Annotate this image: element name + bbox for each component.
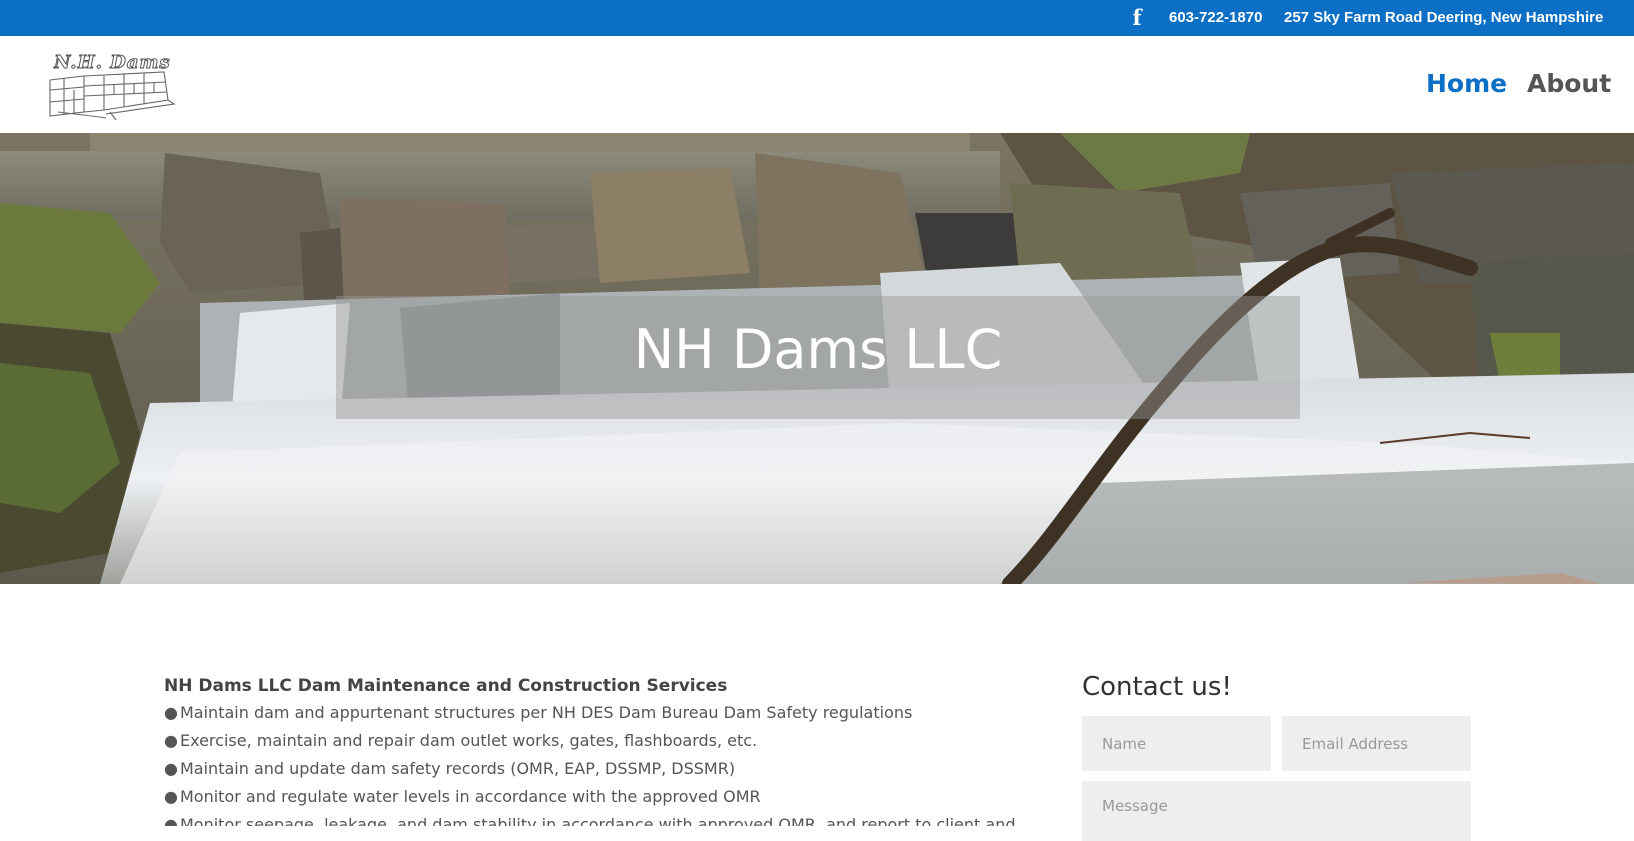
site-header: N.H. Dams Home About	[0, 36, 1634, 133]
contact-heading: Contact us!	[1082, 672, 1232, 702]
hero-title: NH Dams LLC	[633, 318, 1003, 381]
hero-banner: NH Dams LLC	[0, 133, 1634, 584]
bullet-icon: ●	[164, 787, 178, 806]
logo-text: N.H. Dams	[54, 52, 171, 74]
name-input[interactable]	[1082, 716, 1271, 771]
top-bar: f 603-722-1870 257 Sky Farm Road Deering…	[0, 0, 1634, 36]
list-item: ● Monitor seepage, leakage, and dam stabi…	[164, 814, 1024, 826]
address: 257 Sky Farm Road Deering, New Hampshire	[1284, 9, 1604, 26]
bullet-icon: ●	[164, 731, 178, 750]
bullet-icon: ●	[164, 703, 178, 722]
services-heading: NH Dams LLC Dam Maintenance and Construc…	[164, 676, 728, 696]
list-item: ● Monitor and regulate water levels in ac…	[164, 786, 1024, 814]
nav-about-link[interactable]: About	[1527, 69, 1611, 99]
list-item-text: Maintain and update dam safety records (…	[180, 759, 736, 778]
bullet-icon: ●	[164, 759, 178, 778]
facebook-icon[interactable]: f	[1130, 7, 1144, 29]
site-logo[interactable]: N.H. Dams	[44, 50, 178, 121]
list-item: ● Maintain and update dam safety records …	[164, 758, 1024, 786]
list-item: ● Maintain dam and appurtenant structures…	[164, 702, 1024, 730]
list-item-text: Monitor and regulate water levels in acc…	[180, 787, 761, 806]
bullet-icon: ●	[164, 815, 178, 826]
message-textarea[interactable]	[1082, 781, 1471, 841]
services-list: ● Maintain dam and appurtenant structures…	[164, 702, 1024, 826]
list-item-text: Maintain dam and appurtenant structures …	[180, 703, 913, 722]
email-input[interactable]	[1282, 716, 1471, 771]
list-item-text: Monitor seepage, leakage, and dam stabil…	[180, 815, 1016, 826]
nav-home-link[interactable]: Home	[1426, 69, 1507, 99]
list-item: ● Exercise, maintain and repair dam outle…	[164, 730, 1024, 758]
phone-number: 603-722-1870	[1169, 9, 1263, 26]
list-item-text: Exercise, maintain and repair dam outlet…	[180, 731, 758, 750]
